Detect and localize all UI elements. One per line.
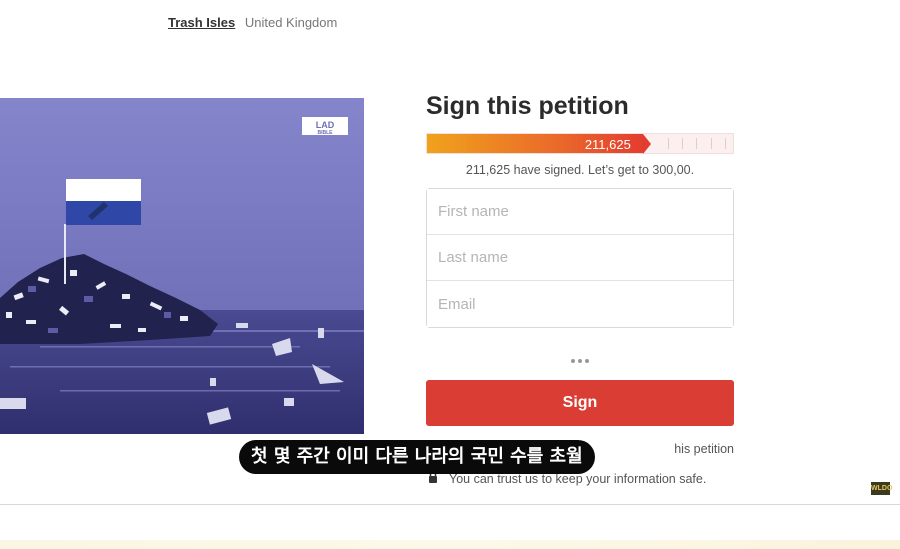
progress-ticks [661,134,733,153]
sign-button[interactable]: Sign [426,380,734,426]
trash-island-illustration: LAD BIBLE [0,98,364,434]
video-subtitle: 첫 몇 주간 이미 다른 나라의 국민 수를 초월 [239,440,595,474]
hero-logo-line1: LAD [316,120,335,130]
signature-progress-bar: 211,625 [426,133,734,154]
signature-form [426,188,734,328]
petition-title: Sign this petition [426,92,629,120]
breadcrumb-link-trash-isles[interactable]: Trash Isles [168,15,235,30]
first-name-input[interactable] [427,189,733,235]
email-input[interactable] [427,281,733,327]
hero-logo-line2: BIBLE [318,130,334,136]
bottom-band [0,540,900,549]
loading-dots-icon [426,350,734,364]
signature-progress-fill: 211,625 [427,134,651,154]
petition-hero-image: LAD BIBLE [0,98,364,434]
signature-count-text: 211,625 have signed. Let’s get to 300,00… [465,163,695,177]
channel-watermark-logo: WLDO [871,482,892,495]
petition-panel: Sign this petition 211,625 211,625 have … [426,92,734,426]
last-name-input[interactable] [427,235,733,281]
signature-progress-label: 211,625 [584,137,631,152]
page-divider [0,504,900,505]
breadcrumb-country: United Kingdom [244,15,338,30]
breadcrumb: Trash Isles United Kingdom [168,15,337,30]
